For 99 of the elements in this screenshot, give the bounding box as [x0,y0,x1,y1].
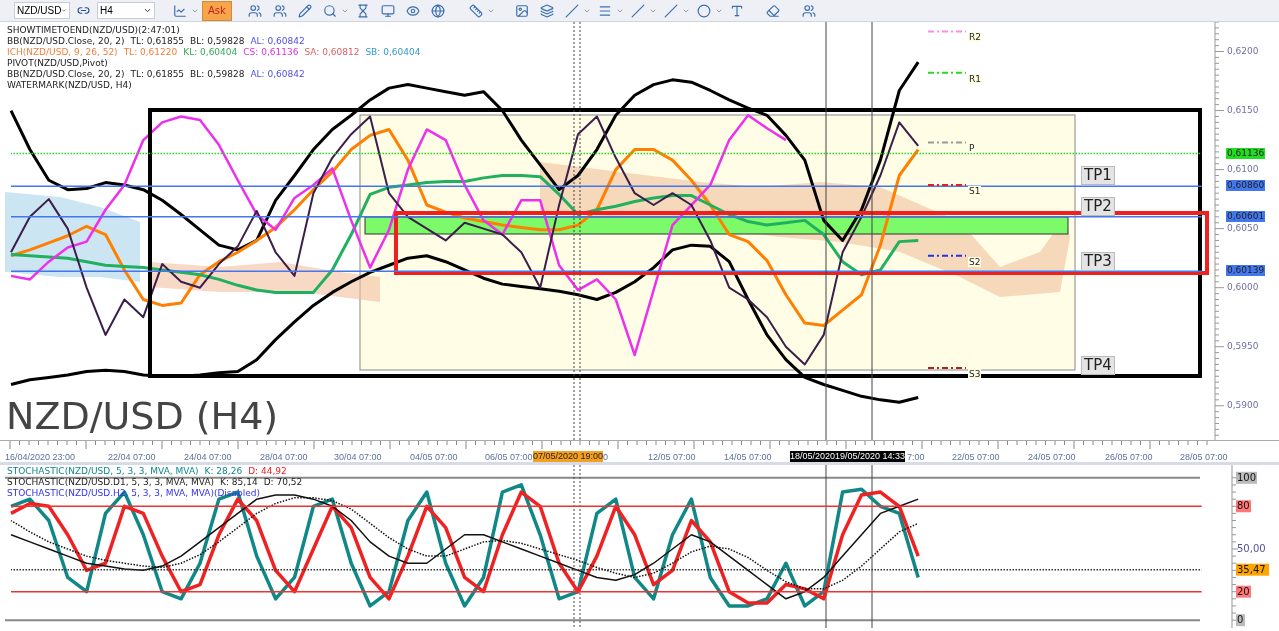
legend-text: K: 28,26 [204,466,243,477]
timeframe-dropdown[interactable]: H4 [97,2,155,19]
time-axis-label: 30/04 07:00 [334,452,382,462]
pivot-label: R1 [968,73,982,84]
caret-icon [143,6,152,15]
legend-text: STOCHASTIC(NZD/USD.D1, 5, 3, 3, MVA, MVA) [7,477,215,488]
time-axis-label: 16/04/2020 23:00 [5,452,76,462]
legend-text: STOCHASTIC(NZD/USD, 5, 3, 3, MVA, MVA) [7,466,199,477]
legend-text: WATERMARK(NZD/USD, H4) [7,80,132,91]
oscillator-axis-label: 0 [1237,614,1244,626]
price-tag: 0,61136 [1226,147,1266,159]
oscillator-axis-label: 35,47 [1237,563,1266,575]
eye-icon [405,3,420,18]
caret-icon [61,6,67,15]
pivot-line [927,141,967,144]
time-axis-label: 0 [603,452,608,462]
search-icon [322,3,337,18]
price-tag: 0,60601 [1226,210,1266,222]
legend-text: BB(NZD/USD.Close, 20, 2) [7,36,125,47]
oscillator-axis-label: 100 [1237,471,1257,483]
price-axis-label: 0,6100 [1227,164,1259,175]
target-label: TP3 [1081,252,1115,272]
layers-icon [539,3,554,18]
time-axis-label: 22/05 07:00 [952,452,1000,462]
cursor-time-label: 18/05/2020 [790,451,836,462]
time-axis-label: 24/04 07:00 [184,452,232,462]
watermark-text: NZD/USD (H4) [6,394,279,438]
time-axis-label: 14/05 07:00 [724,452,772,462]
price-axis-label: 0,5900 [1227,400,1259,411]
pivot-line [927,71,967,74]
target-label: TP2 [1081,196,1115,216]
hourglass-icon [355,3,370,18]
link-icon[interactable] [77,4,90,17]
lines-icon [597,3,612,18]
legend-text: ICH(NZD/USD, 9, 26, 52) [7,47,118,58]
time-axis-label: 28/04 07:00 [260,452,308,462]
pivot-label: S3 [968,368,982,379]
people-icon [247,3,262,18]
target-label: TP1 [1081,165,1115,185]
circle-icon [696,3,711,18]
legend-text: SB: 0,60404 [365,47,421,58]
legend-text: AL: 0,60842 [250,36,305,47]
oscillator-axis-label: 50,00 [1237,543,1266,554]
legend-text: TL: 0,61855 [130,69,185,80]
eraser-icon [765,3,780,18]
price-axis-label: 0,5950 [1227,341,1259,352]
line-icon [663,3,678,18]
legend-text: PIVOT(NZD/USD,Pivot) [7,58,108,69]
image-icon [514,3,529,18]
symbol-dropdown[interactable]: NZD/USD [14,2,70,19]
target-label: TP4 [1081,355,1115,375]
legend-text: AL: 0,60842 [250,69,305,80]
pivot-line [927,254,967,257]
time-axis-label: 28/05 07:00 [1180,452,1228,462]
price-axis-label: 0,6200 [1227,46,1259,56]
legend-text: TL: 0,61855 [130,36,185,47]
legend-text: BB(NZD/USD.Close, 20, 2) [7,69,125,80]
price-axis-label: 0,6150 [1227,105,1259,116]
time-axis-label: 06/05 07:00 [485,452,533,462]
oscillator-axis-label: 20 [1237,585,1250,597]
cursor-time-label: 19/05/2020 14:33 [835,451,906,462]
pivot-line [927,183,967,186]
price-axis-label: 0,6000 [1227,282,1259,293]
time-axis-label: 12/05 07:00 [648,452,696,462]
legend-text: D: 44,92 [248,466,287,477]
pivot-label: S2 [968,256,982,267]
legend-text: K: 85,14 [220,477,258,488]
pivot-label: S1 [968,185,982,196]
pivot-line [927,30,967,33]
legend-text: TL: 0,61220 [123,47,178,58]
pivot-label: R2 [968,32,982,43]
time-axis-label: 22/04 07:00 [108,452,156,462]
line-chart-icon [173,3,187,18]
pencil-icon [297,3,312,18]
people-icon [272,3,287,18]
pivot-line [927,366,967,369]
pivot-label: P [968,143,976,154]
oscillator-axis-label: 80 [1237,500,1250,512]
monitor-icon [380,3,395,18]
line-icon [564,3,579,18]
time-axis-label: 04/05 07:00 [410,452,458,462]
text-icon [729,3,744,18]
legend-text: BL: 0,59828 [190,36,245,47]
ruler-icon [468,3,483,18]
time-axis-label: 26/05 07:00 [1105,452,1153,462]
line-icon [630,3,645,18]
legend-text: BL: 0,59828 [190,69,245,80]
price-tag: 0,60860 [1226,180,1266,192]
price-axis-label: 0,6050 [1227,223,1259,234]
price-tag: 0,60139 [1226,265,1266,277]
legend-text: CS: 0,61136 [243,47,299,58]
legend-text: SA: 0,60812 [304,47,360,58]
legend-text: KL: 0,60404 [183,47,238,58]
globe-icon [430,3,445,18]
legend-text: D: 70,52 [263,477,303,488]
legend-text: SHOWTIMETOEND(NZD/USD)(2:47:01) [7,25,180,36]
time-axis-label: 7:00 [907,452,925,462]
people-icon [801,3,816,18]
time-axis-label: 24/05 07:00 [1028,452,1076,462]
